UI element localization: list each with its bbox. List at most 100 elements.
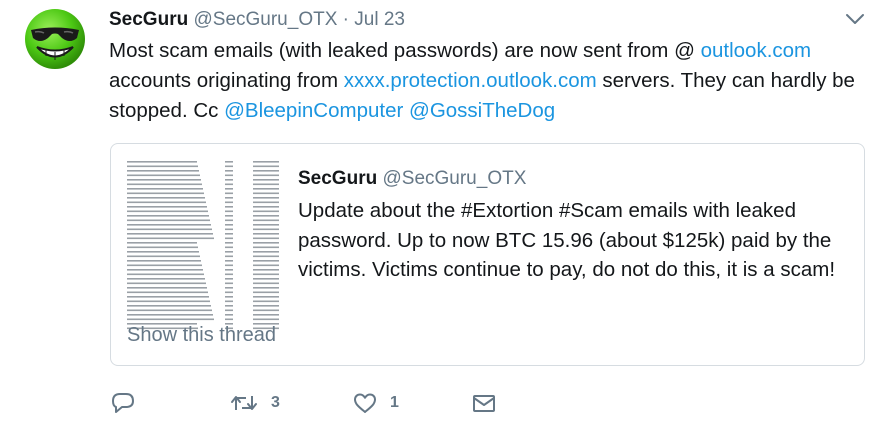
- show-this-thread-link[interactable]: Show this thread: [127, 322, 276, 348]
- mention-gossithedog[interactable]: @GossiTheDog: [409, 99, 555, 122]
- thumbnail-row-text: [127, 228, 212, 231]
- thumbnail-row-text: [127, 278, 205, 280]
- retweet-count: 3: [271, 394, 280, 411]
- thumbnail-row-amount: [253, 228, 279, 231]
- thumbnail-row-value: [225, 219, 233, 222]
- quoted-handle: @SecGuru_OTX: [382, 168, 527, 189]
- thumbnail-row-amount: [253, 201, 279, 204]
- thumbnail-row-value: [225, 255, 233, 258]
- quoted-display-name: SecGuru: [298, 168, 378, 189]
- timestamp[interactable]: Jul 23: [354, 9, 405, 30]
- thumbnail-row-text: [127, 255, 200, 258]
- thumbnail-row-value: [225, 296, 233, 298]
- thumbnail-row-text: [127, 282, 206, 285]
- thumbnail-row-text: [127, 300, 210, 303]
- thumbnail-row-amount: [253, 197, 279, 199]
- thumbnail-row-value: [225, 224, 233, 226]
- thumbnail-row-value: [225, 287, 233, 289]
- thumbnail-row-text: [127, 273, 204, 276]
- thumbnail-row-value: [225, 273, 233, 276]
- thumbnail-row-text: [127, 161, 197, 163]
- thumbnail-row-amount: [253, 170, 279, 172]
- like-count: 1: [390, 394, 399, 411]
- chevron-down-icon: [846, 14, 864, 24]
- thumbnail-row-value: [225, 179, 233, 181]
- thumbnail-row-text: [127, 269, 203, 271]
- thumbnail-row-text: [127, 170, 199, 172]
- like-button[interactable]: 1: [352, 385, 399, 421]
- thumbnail-row-amount: [253, 282, 279, 285]
- thumbnail-row-value: [225, 300, 233, 303]
- avatar[interactable]: [24, 8, 86, 70]
- thumbnail-row-text: [127, 201, 206, 204]
- thumbnail-row-text: [127, 233, 213, 235]
- thumbnail-row-amount: [253, 296, 279, 298]
- heart-icon: [354, 393, 376, 413]
- reply-button[interactable]: [110, 385, 136, 421]
- thumbnail-row-value: [225, 314, 233, 316]
- thumbnail-row-value: [225, 246, 233, 249]
- thumbnail-row-value: [225, 251, 233, 253]
- thumbnail-row-value: [225, 183, 233, 186]
- thumbnail-row-value: [225, 197, 233, 199]
- quoted-tweet-header: SecGuru @SecGuru_OTX: [298, 166, 526, 192]
- thumbnail-row-amount: [253, 278, 279, 280]
- thumbnail-row-text: [127, 165, 198, 168]
- thumbnail-row-amount: [253, 188, 279, 190]
- thumbnail-row-text: [127, 246, 198, 249]
- direct-message-button[interactable]: [471, 385, 497, 421]
- thumbnail-row-text: [127, 305, 211, 307]
- thumbnail-row-amount: [253, 255, 279, 258]
- more-options-caret[interactable]: [845, 12, 865, 26]
- thumbnail-row-amount: [253, 224, 279, 226]
- thumbnail-row-amount: [253, 219, 279, 222]
- thumbnail-row-text: [127, 206, 207, 208]
- thumbnail-row-text: [127, 188, 203, 190]
- link-outlook[interactable]: outlook.com: [701, 39, 812, 62]
- thumbnail-row-text: [127, 224, 211, 226]
- thumbnail-row-amount: [253, 291, 279, 294]
- thumbnail-row-amount: [253, 309, 279, 312]
- thumbnail-row-value: [225, 161, 233, 163]
- display-name[interactable]: SecGuru: [109, 9, 188, 30]
- retweet-button[interactable]: 3: [229, 385, 280, 421]
- quoted-tweet-thumbnail[interactable]: [125, 158, 281, 334]
- thumbnail-row-value: [225, 188, 233, 190]
- envelope-icon: [473, 395, 495, 412]
- thumbnail-row-text: [127, 237, 214, 240]
- thumbnail-row-value: [225, 291, 233, 294]
- thumbnail-row-amount: [253, 174, 279, 177]
- thumbnail-row-text: [127, 309, 212, 312]
- thumbnail-row-text: [127, 192, 204, 195]
- thumbnail-row-text: [127, 210, 208, 213]
- handle[interactable]: @SecGuru_OTX: [193, 9, 337, 30]
- thumbnail-row-amount: [253, 318, 279, 321]
- sunglasses-smiley-icon: [25, 9, 85, 69]
- thumbnail-row-amount: [253, 161, 279, 163]
- thumbnail-row-amount: [253, 269, 279, 271]
- quoted-tweet-card[interactable]: SecGuru @SecGuru_OTX Update about the #E…: [110, 143, 865, 366]
- thumbnail-row-value: [225, 260, 233, 262]
- thumbnail-row-text: [127, 291, 208, 294]
- retweet-icon: [231, 396, 257, 410]
- thumbnail-row-text: [127, 183, 202, 186]
- thumbnail-row-text: [127, 197, 205, 199]
- thumbnail-row-text: [127, 242, 197, 244]
- tweet-text-part: Most scam emails (with leaked passwords)…: [109, 39, 701, 62]
- thumbnail-row-value: [225, 309, 233, 312]
- mention-bleepincomputer[interactable]: @BleepinComputer: [224, 99, 403, 122]
- thumbnail-row-amount: [253, 242, 279, 244]
- thumbnail-row-value: [225, 201, 233, 204]
- thumbnail-row-amount: [253, 287, 279, 289]
- thumbnail-row-value: [225, 282, 233, 285]
- thumbnail-row-value: [225, 233, 233, 235]
- thumbnail-row-value: [225, 210, 233, 213]
- separator-dot: ·: [342, 9, 349, 30]
- thumbnail-row-value: [225, 165, 233, 168]
- thumbnail-row-amount: [253, 305, 279, 307]
- thumbnail-row-value: [225, 264, 233, 267]
- thumbnail-row-value: [225, 278, 233, 280]
- thumbnail-row-value: [225, 305, 233, 307]
- thumbnail-row-amount: [253, 251, 279, 253]
- link-protection-outlook[interactable]: xxxx.protection.outlook.com: [344, 69, 597, 92]
